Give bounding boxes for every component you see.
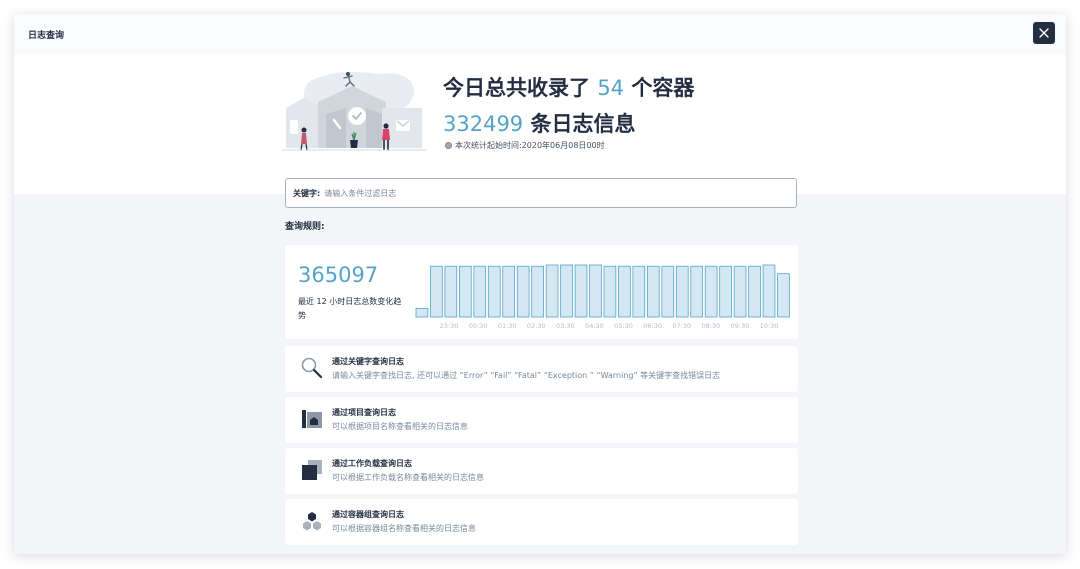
log-query-modal: 日志查询 今日总共收录了 54 个容器 332499 条日志信息 本次统计起始时…	[14, 14, 1066, 554]
rule-description: 请输入关键字查找日志, 还可以通过 “Error” “Fail” “Fatal”…	[332, 371, 721, 380]
search-input[interactable]	[324, 188, 796, 198]
chart-tick-label: 05:30	[614, 322, 633, 330]
workload-icon	[302, 460, 322, 480]
log-trend-description: 最近 12 小时日志总数变化趋势	[298, 297, 402, 320]
chart-bar	[516, 265, 530, 318]
chart-bar	[719, 265, 732, 318]
chart-bar	[762, 264, 776, 318]
query-rules-title: 查询规则:	[285, 222, 325, 232]
project-icon	[302, 410, 322, 428]
chart-tick-label: 08:30	[701, 322, 720, 330]
search-label: 关键字:	[293, 188, 321, 198]
rule-project-query[interactable]: 通过项目查询日志 可以根据项目名称查看相关的日志信息	[285, 397, 798, 443]
log-count: 332499	[443, 112, 524, 136]
chart-bar	[748, 265, 761, 318]
log-count-suffix: 条日志信息	[530, 112, 636, 136]
rule-description: 可以根据工作负载名称查看相关的日志信息	[332, 473, 484, 482]
chart-bar	[458, 265, 472, 318]
statistics-start-time: 本次统计起始时间:2020年06月08日00时	[455, 141, 605, 150]
rule-title: 通过项目查询日志	[332, 408, 396, 417]
chart-bar	[777, 273, 790, 318]
log-trend-card: 365097 最近 12 小时日志总数变化趋势 23:30 00:30 01:30 0…	[285, 245, 798, 339]
buildings-illustration	[282, 72, 427, 151]
chart-bar	[661, 265, 675, 318]
chart-bar	[473, 265, 487, 318]
rule-description: 可以根据项目名称查看相关的日志信息	[332, 422, 468, 431]
chart-bar	[531, 265, 544, 318]
chart-bar	[487, 265, 501, 318]
log-trend-chart: 23:30 00:30 01:30 02:30 03:30 04:30 05:30 06:30…	[415, 264, 790, 330]
rule-keyword-query[interactable]: 通过关键字查询日志 请输入关键字查找日志, 还可以通过 “Error” “Fai…	[285, 346, 798, 392]
container-count-headline: 今日总共收录了 54 个容器	[443, 72, 694, 102]
chart-bar	[444, 265, 458, 318]
close-icon	[1039, 28, 1049, 38]
chart-tick-label: 10:30	[760, 322, 779, 330]
modal-header: 日志查询	[14, 14, 1066, 54]
chart-tick-label: 06:30	[643, 322, 662, 330]
chart-bar	[618, 265, 631, 318]
chart-bar	[704, 265, 718, 318]
chart-bar	[589, 264, 602, 318]
clock-icon	[445, 142, 452, 149]
log-count-headline: 332499 条日志信息	[443, 108, 635, 138]
chart-tick-label: 04:30	[585, 322, 604, 330]
chart-bar	[603, 265, 617, 318]
magnifier-icon	[301, 357, 323, 379]
chart-bar	[502, 265, 516, 318]
log-total-count: 365097	[298, 263, 379, 287]
headline-prefix: 今日总共收录了	[443, 76, 590, 100]
chart-tick-label: 03:30	[556, 322, 575, 330]
chart-tick-label: 01:30	[498, 322, 517, 330]
chart-tick-label: 09:30	[731, 322, 750, 330]
chart-bar	[675, 265, 689, 318]
chart-bar	[632, 265, 646, 318]
rule-workload-query[interactable]: 通过工作负载查询日志 可以根据工作负载名称查看相关的日志信息	[285, 448, 798, 494]
rule-title: 通过关键字查询日志	[332, 357, 404, 366]
chart-bar	[690, 265, 704, 318]
chart-bar	[646, 265, 660, 318]
chart-bar	[430, 265, 443, 318]
chart-bar	[733, 265, 747, 318]
chart-bar	[574, 264, 588, 318]
chart-tick-label: 07:30	[672, 322, 691, 330]
chart-tick-label: 23:30	[440, 322, 459, 330]
chart-bar	[545, 264, 559, 318]
rule-pod-group-query[interactable]: 通过容器组查询日志 可以根据容器组名称查看相关的日志信息	[285, 499, 798, 545]
chart-tick-label: 02:30	[527, 322, 546, 330]
headline-suffix: 个容器	[631, 76, 695, 100]
container-count: 54	[597, 76, 625, 100]
rule-title: 通过容器组查询日志	[332, 510, 404, 519]
pod-group-icon	[303, 512, 321, 531]
modal-title: 日志查询	[28, 30, 65, 41]
chart-bar	[415, 307, 429, 318]
chart-tick-label: 00:30	[469, 322, 488, 330]
chart-bar	[560, 264, 573, 318]
keyword-search-box[interactable]: 关键字:	[285, 178, 797, 208]
rule-title: 通过工作负载查询日志	[332, 459, 412, 468]
close-button[interactable]	[1033, 22, 1055, 44]
rule-description: 可以根据容器组名称查看相关的日志信息	[332, 524, 476, 533]
statistics-start-note: 本次统计起始时间:2020年06月08日00时	[445, 140, 605, 151]
